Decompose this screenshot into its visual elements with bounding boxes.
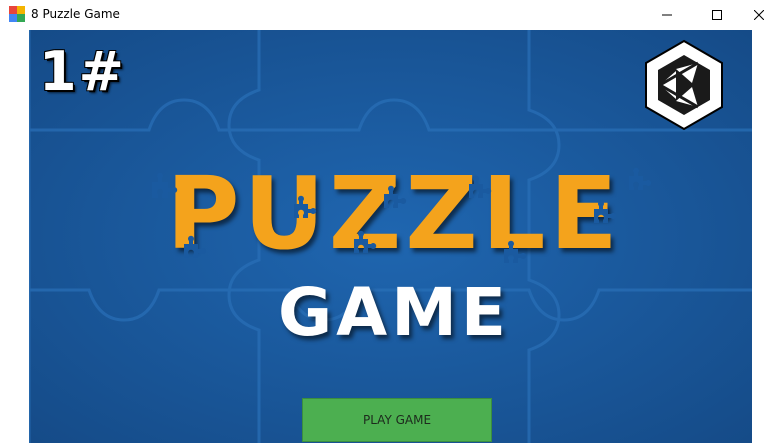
window-frame-right	[752, 30, 782, 443]
level-number: 1#	[39, 40, 126, 103]
window-title: 8 Puzzle Game	[31, 7, 120, 21]
game-viewport[interactable]: 1# PUZZLE GAME PLAY GAME	[29, 30, 752, 443]
window-frame-left	[4, 30, 29, 443]
maximize-button[interactable]	[694, 0, 740, 30]
title-game-text: GAME	[277, 274, 510, 351]
close-icon	[754, 10, 764, 20]
title-bar[interactable]: 8 Puzzle Game	[0, 0, 782, 30]
puzzle-piece-cutouts	[152, 167, 652, 263]
close-button[interactable]	[736, 0, 782, 30]
unity-logo-icon	[645, 39, 723, 131]
play-game-button[interactable]: PLAY GAME	[302, 398, 492, 442]
minimize-button[interactable]	[644, 0, 690, 30]
app-icon	[9, 6, 25, 22]
minimize-icon	[662, 14, 672, 16]
app-window: 8 Puzzle Game 1# PUZZLE GAME PLAY GAME	[0, 0, 782, 443]
maximize-icon	[712, 10, 722, 20]
